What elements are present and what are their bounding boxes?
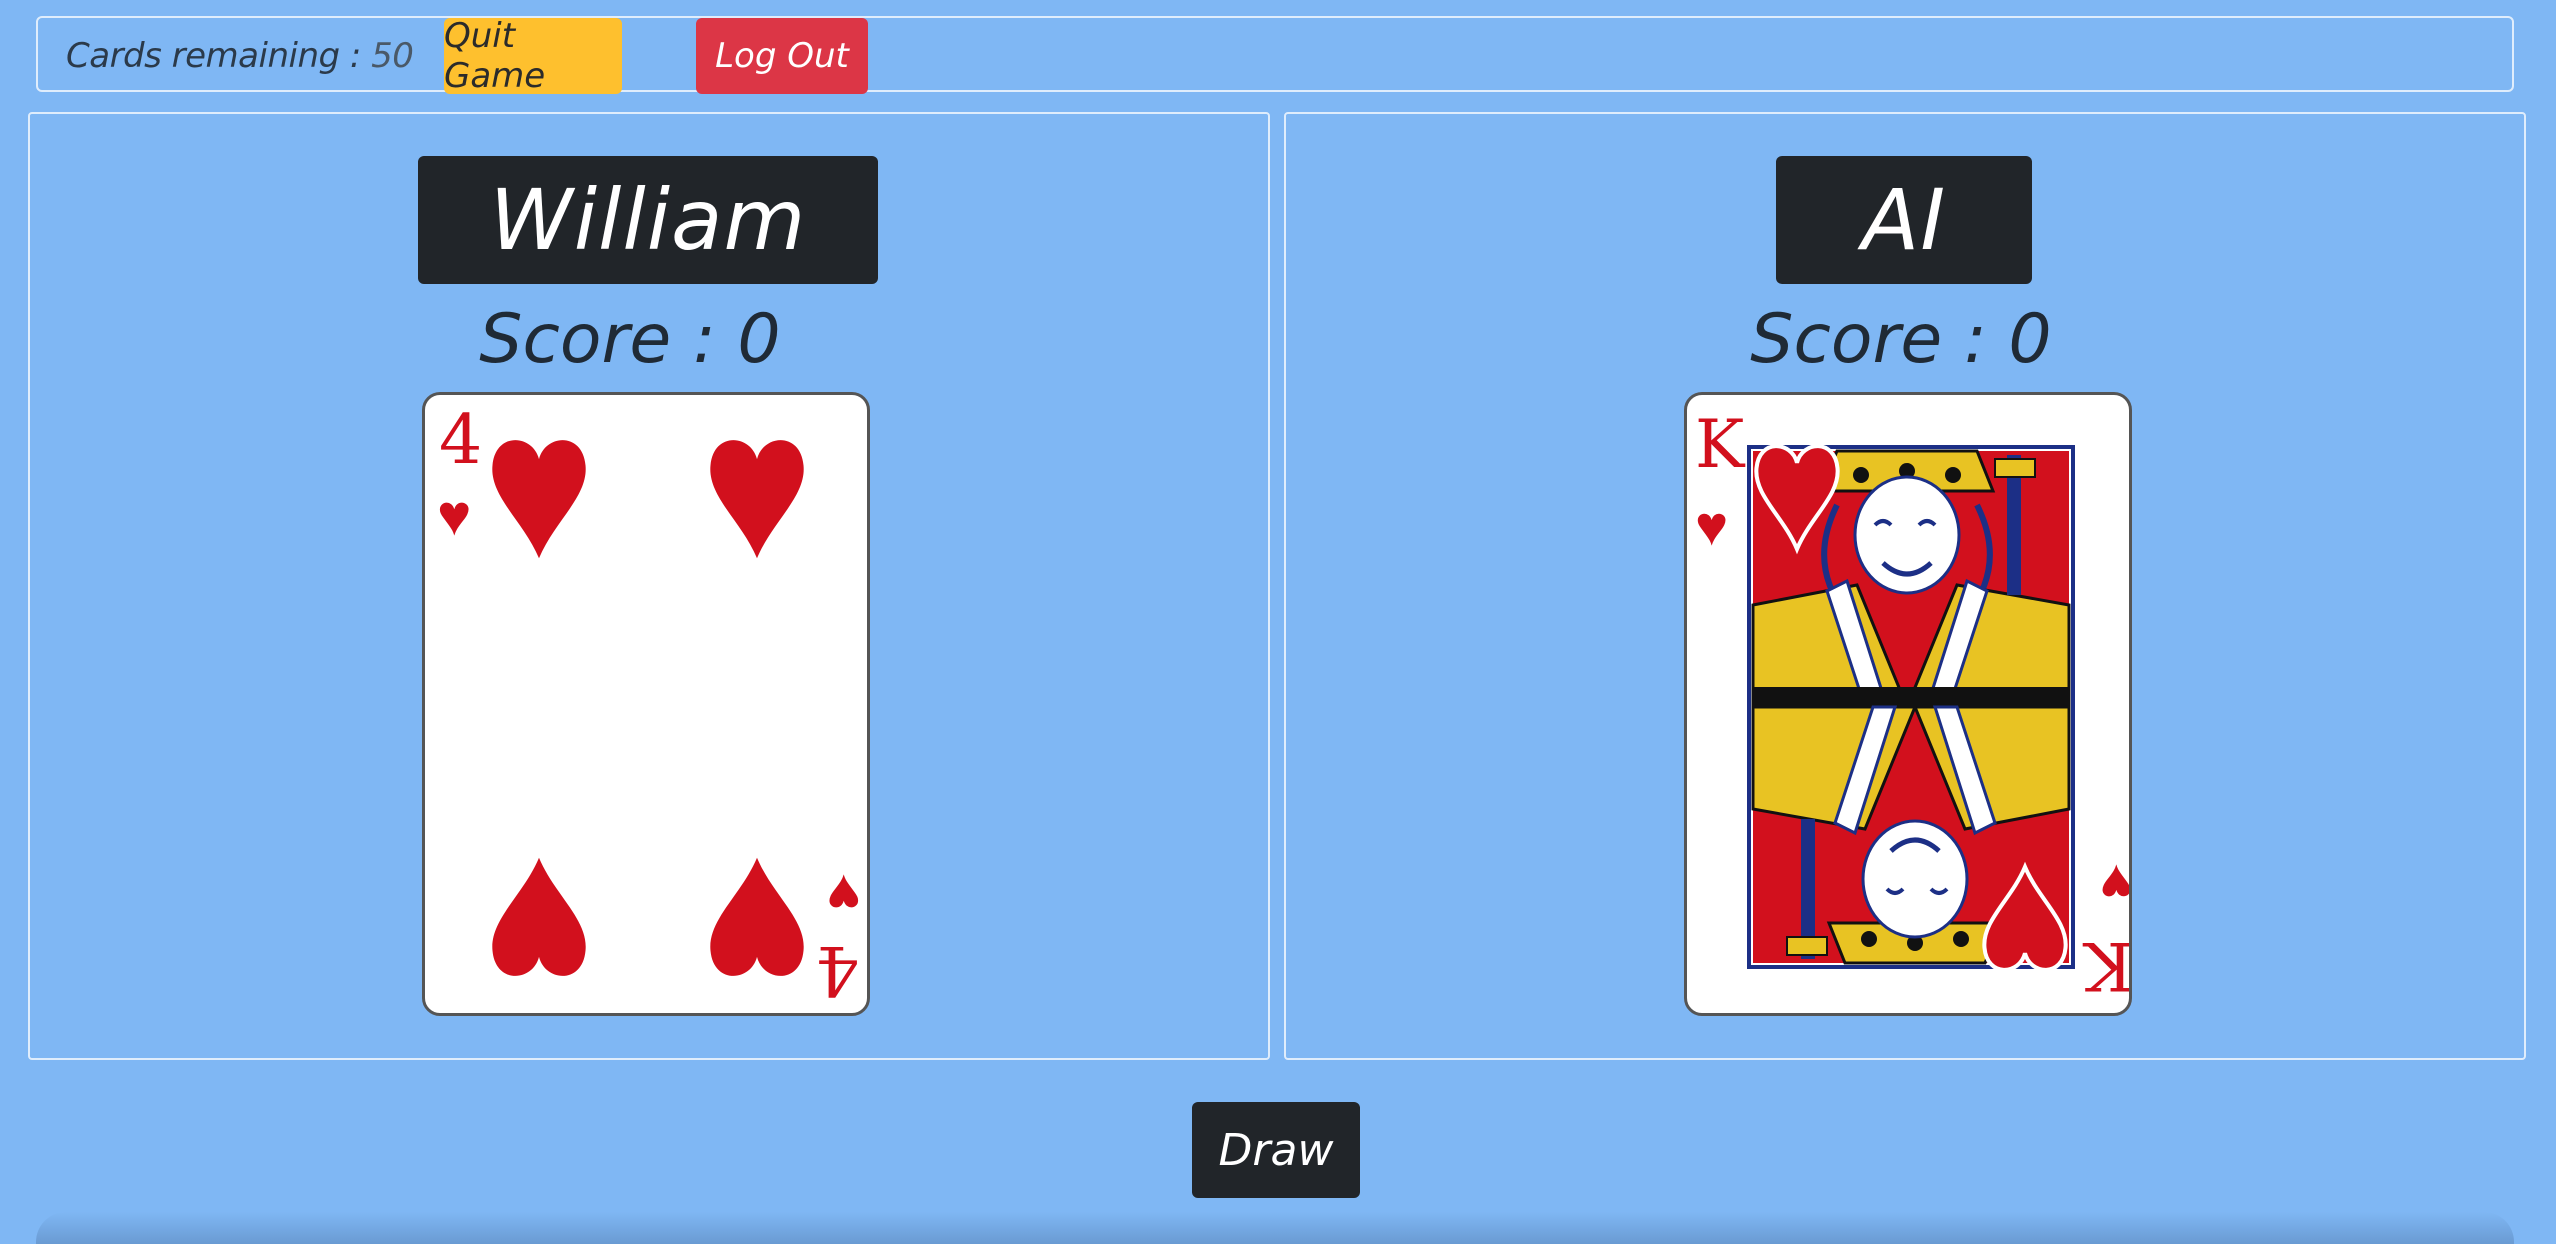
heart-pip-icon [492, 440, 586, 559]
card-suit-top-left: ♥ [437, 481, 471, 549]
heart-pip-icon [492, 857, 586, 976]
score-label: Score [1750, 300, 1943, 379]
player-score: Score : 0 [1282, 300, 2520, 379]
card-suit-bottom-right: ♥ [827, 861, 861, 929]
heart-pips [492, 440, 804, 976]
top-bar: Cards remaining : 50 Quit Game Log Out [36, 16, 2514, 96]
score-separator: : [1963, 300, 1987, 379]
player-score: Score : 0 [11, 300, 1249, 379]
card-rank-top-left: 4 [439, 401, 482, 480]
heart-pip-icon [710, 440, 804, 559]
card-face-four-hearts: 4 ♥ 4 ♥ [437, 401, 861, 1009]
player-panel-ai: AI Score : 0 K ♥ K ♥ [1284, 112, 2526, 1060]
draw-button[interactable]: Draw [1192, 1102, 1360, 1198]
card-suit-bottom-right: ♥ [2100, 851, 2132, 916]
cards-remaining: Cards remaining : 50 [66, 36, 414, 76]
score-value: 0 [2008, 300, 2052, 379]
king-portrait-icon [1751, 446, 2071, 970]
playing-card-4-of-hearts: 4 ♥ 4 ♥ [422, 392, 870, 1016]
log-out-button[interactable]: Log Out [696, 18, 868, 94]
score-label: Score [479, 300, 672, 379]
player-name-badge: William [418, 156, 878, 284]
quit-game-button[interactable]: Quit Game [444, 16, 622, 96]
player-panel-william: William Score : 0 4 ♥ 4 ♥ [28, 112, 1270, 1060]
card-suit-top-left: ♥ [1695, 494, 1728, 559]
cards-remaining-label: Cards remaining : [66, 36, 361, 76]
score-value: 0 [737, 300, 781, 379]
heart-pip-icon [710, 857, 804, 976]
card-rank-bottom-right: K [2082, 927, 2132, 1004]
playing-card-king-of-hearts: K ♥ K ♥ [1684, 392, 2132, 1016]
cards-remaining-count: 50 [371, 36, 414, 76]
card-rank-bottom-right: 4 [816, 930, 859, 1009]
player-name-badge: AI [1776, 156, 2032, 284]
card-rank-top-left: K [1695, 406, 1746, 483]
card-face-king-hearts: K ♥ K ♥ [1695, 406, 2132, 1004]
bottom-edge-shadow [36, 1212, 2514, 1244]
score-separator: : [692, 300, 716, 379]
